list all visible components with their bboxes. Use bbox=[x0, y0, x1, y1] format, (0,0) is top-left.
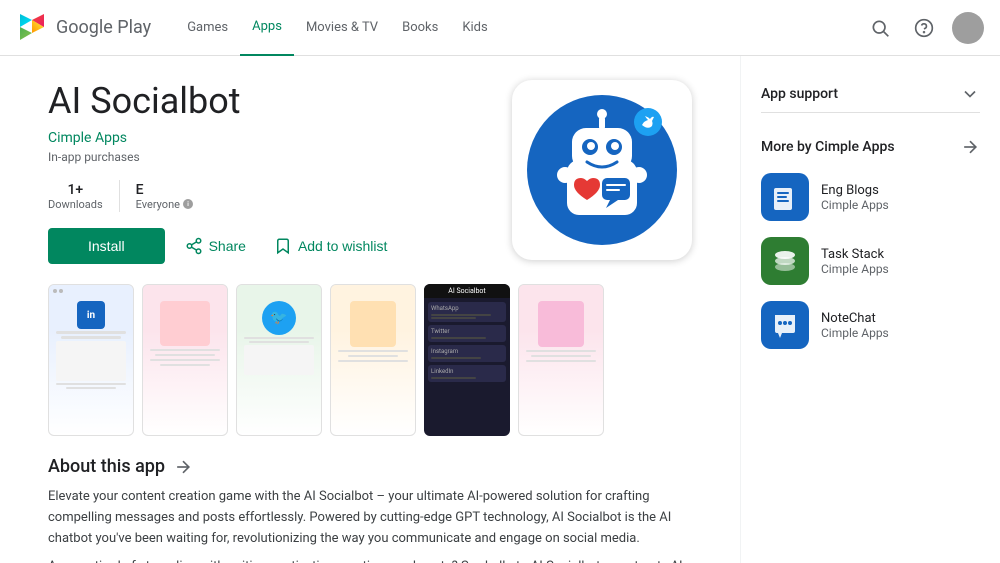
about-arrow-icon bbox=[173, 457, 193, 477]
task-stack-name: Task Stack bbox=[821, 247, 889, 262]
task-stack-info: Task Stack Cimple Apps bbox=[821, 247, 889, 276]
app-iap: In-app purchases bbox=[48, 150, 480, 164]
app-stats: 1+ Downloads E Everyone i bbox=[48, 180, 480, 212]
nav-item-apps[interactable]: Apps bbox=[240, 0, 294, 56]
eng-blogs-info: Eng Blogs Cimple Apps bbox=[821, 183, 889, 212]
sidebar: App support More by Cimple Apps bbox=[740, 56, 1000, 563]
chevron-down-icon bbox=[960, 84, 980, 104]
app-icon-container bbox=[512, 80, 692, 260]
wishlist-button[interactable]: Add to wishlist bbox=[266, 237, 395, 255]
nav-item-books[interactable]: Books bbox=[390, 0, 450, 56]
downloads-value: 1+ bbox=[48, 182, 103, 198]
eng-blogs-icon bbox=[761, 173, 809, 221]
downloads-label: Downloads bbox=[48, 198, 103, 211]
app-support-title: App support bbox=[761, 86, 838, 102]
avatar[interactable] bbox=[952, 12, 984, 44]
header-actions bbox=[860, 8, 984, 48]
search-icon bbox=[870, 18, 890, 38]
screenshots-section: in bbox=[48, 284, 692, 436]
about-header: About this app bbox=[48, 456, 692, 477]
related-app-notechat[interactable]: NoteChat Cimple Apps bbox=[761, 301, 980, 349]
search-button[interactable] bbox=[860, 8, 900, 48]
screenshot-3[interactable]: 🐦 bbox=[236, 284, 322, 436]
screenshot-4[interactable] bbox=[330, 284, 416, 436]
bookmark-icon bbox=[274, 237, 292, 255]
app-support-header[interactable]: App support bbox=[761, 76, 980, 113]
notechat-name: NoteChat bbox=[821, 311, 889, 326]
more-by-header: More by Cimple Apps bbox=[761, 137, 980, 157]
info-icon: i bbox=[182, 198, 194, 210]
google-play-logo[interactable]: Google Play bbox=[16, 12, 151, 44]
main-nav: Games Apps Movies & TV Books Kids bbox=[175, 0, 860, 55]
app-info: AI Socialbot Cimple Apps In-app purchase… bbox=[48, 80, 480, 264]
app-content: AI Socialbot Cimple Apps In-app purchase… bbox=[0, 56, 740, 563]
notechat-info: NoteChat Cimple Apps bbox=[821, 311, 889, 340]
screenshot-2[interactable] bbox=[142, 284, 228, 436]
more-by-section: More by Cimple Apps Eng Blogs bbox=[761, 137, 980, 349]
install-button[interactable]: Install bbox=[48, 228, 165, 264]
rating-label: Everyone i bbox=[136, 198, 194, 211]
help-icon bbox=[914, 18, 934, 38]
screenshot-5[interactable]: AI Socialbot WhatsApp Twitter Instagram bbox=[424, 284, 510, 436]
share-button[interactable]: Share bbox=[177, 237, 254, 255]
about-section: About this app Elevate your content crea… bbox=[48, 456, 692, 563]
task-stack-dev: Cimple Apps bbox=[821, 262, 889, 276]
rating-stat: E Everyone i bbox=[136, 182, 194, 211]
eng-blogs-name: Eng Blogs bbox=[821, 183, 889, 198]
header: Google Play Games Apps Movies & TV Books… bbox=[0, 0, 1000, 56]
more-by-title: More by Cimple Apps bbox=[761, 139, 895, 155]
downloads-stat: 1+ Downloads bbox=[48, 182, 103, 211]
notechat-icon bbox=[761, 301, 809, 349]
rating-badge: E bbox=[136, 182, 194, 198]
share-icon bbox=[185, 237, 203, 255]
stat-divider bbox=[119, 180, 120, 212]
app-header-section: AI Socialbot Cimple Apps In-app purchase… bbox=[48, 80, 692, 264]
related-app-task-stack[interactable]: Task Stack Cimple Apps bbox=[761, 237, 980, 285]
play-logo-icon bbox=[16, 12, 48, 44]
nav-item-games[interactable]: Games bbox=[175, 0, 240, 56]
notechat-dev: Cimple Apps bbox=[821, 326, 889, 340]
nav-item-movies[interactable]: Movies & TV bbox=[294, 0, 390, 56]
app-icon bbox=[522, 90, 682, 250]
app-actions: Install Share Add to wishlist bbox=[48, 228, 480, 264]
eng-blogs-dev: Cimple Apps bbox=[821, 198, 889, 212]
app-developer[interactable]: Cimple Apps bbox=[48, 130, 480, 146]
help-button[interactable] bbox=[904, 8, 944, 48]
screenshot-1[interactable]: in bbox=[48, 284, 134, 436]
task-stack-icon bbox=[761, 237, 809, 285]
more-by-arrow-icon[interactable] bbox=[960, 137, 980, 157]
related-app-eng-blogs[interactable]: Eng Blogs Cimple Apps bbox=[761, 173, 980, 221]
nav-item-kids[interactable]: Kids bbox=[450, 0, 499, 56]
screenshot-6[interactable] bbox=[518, 284, 604, 436]
about-text-2: Are you tired of struggling with writing… bbox=[48, 557, 692, 563]
logo-text: Google Play bbox=[56, 17, 151, 38]
main-layout: AI Socialbot Cimple Apps In-app purchase… bbox=[0, 56, 1000, 563]
app-support-section: App support bbox=[761, 76, 980, 113]
about-title: About this app bbox=[48, 456, 165, 477]
app-title: AI Socialbot bbox=[48, 80, 480, 122]
about-text-1: Elevate your content creation game with … bbox=[48, 487, 692, 549]
